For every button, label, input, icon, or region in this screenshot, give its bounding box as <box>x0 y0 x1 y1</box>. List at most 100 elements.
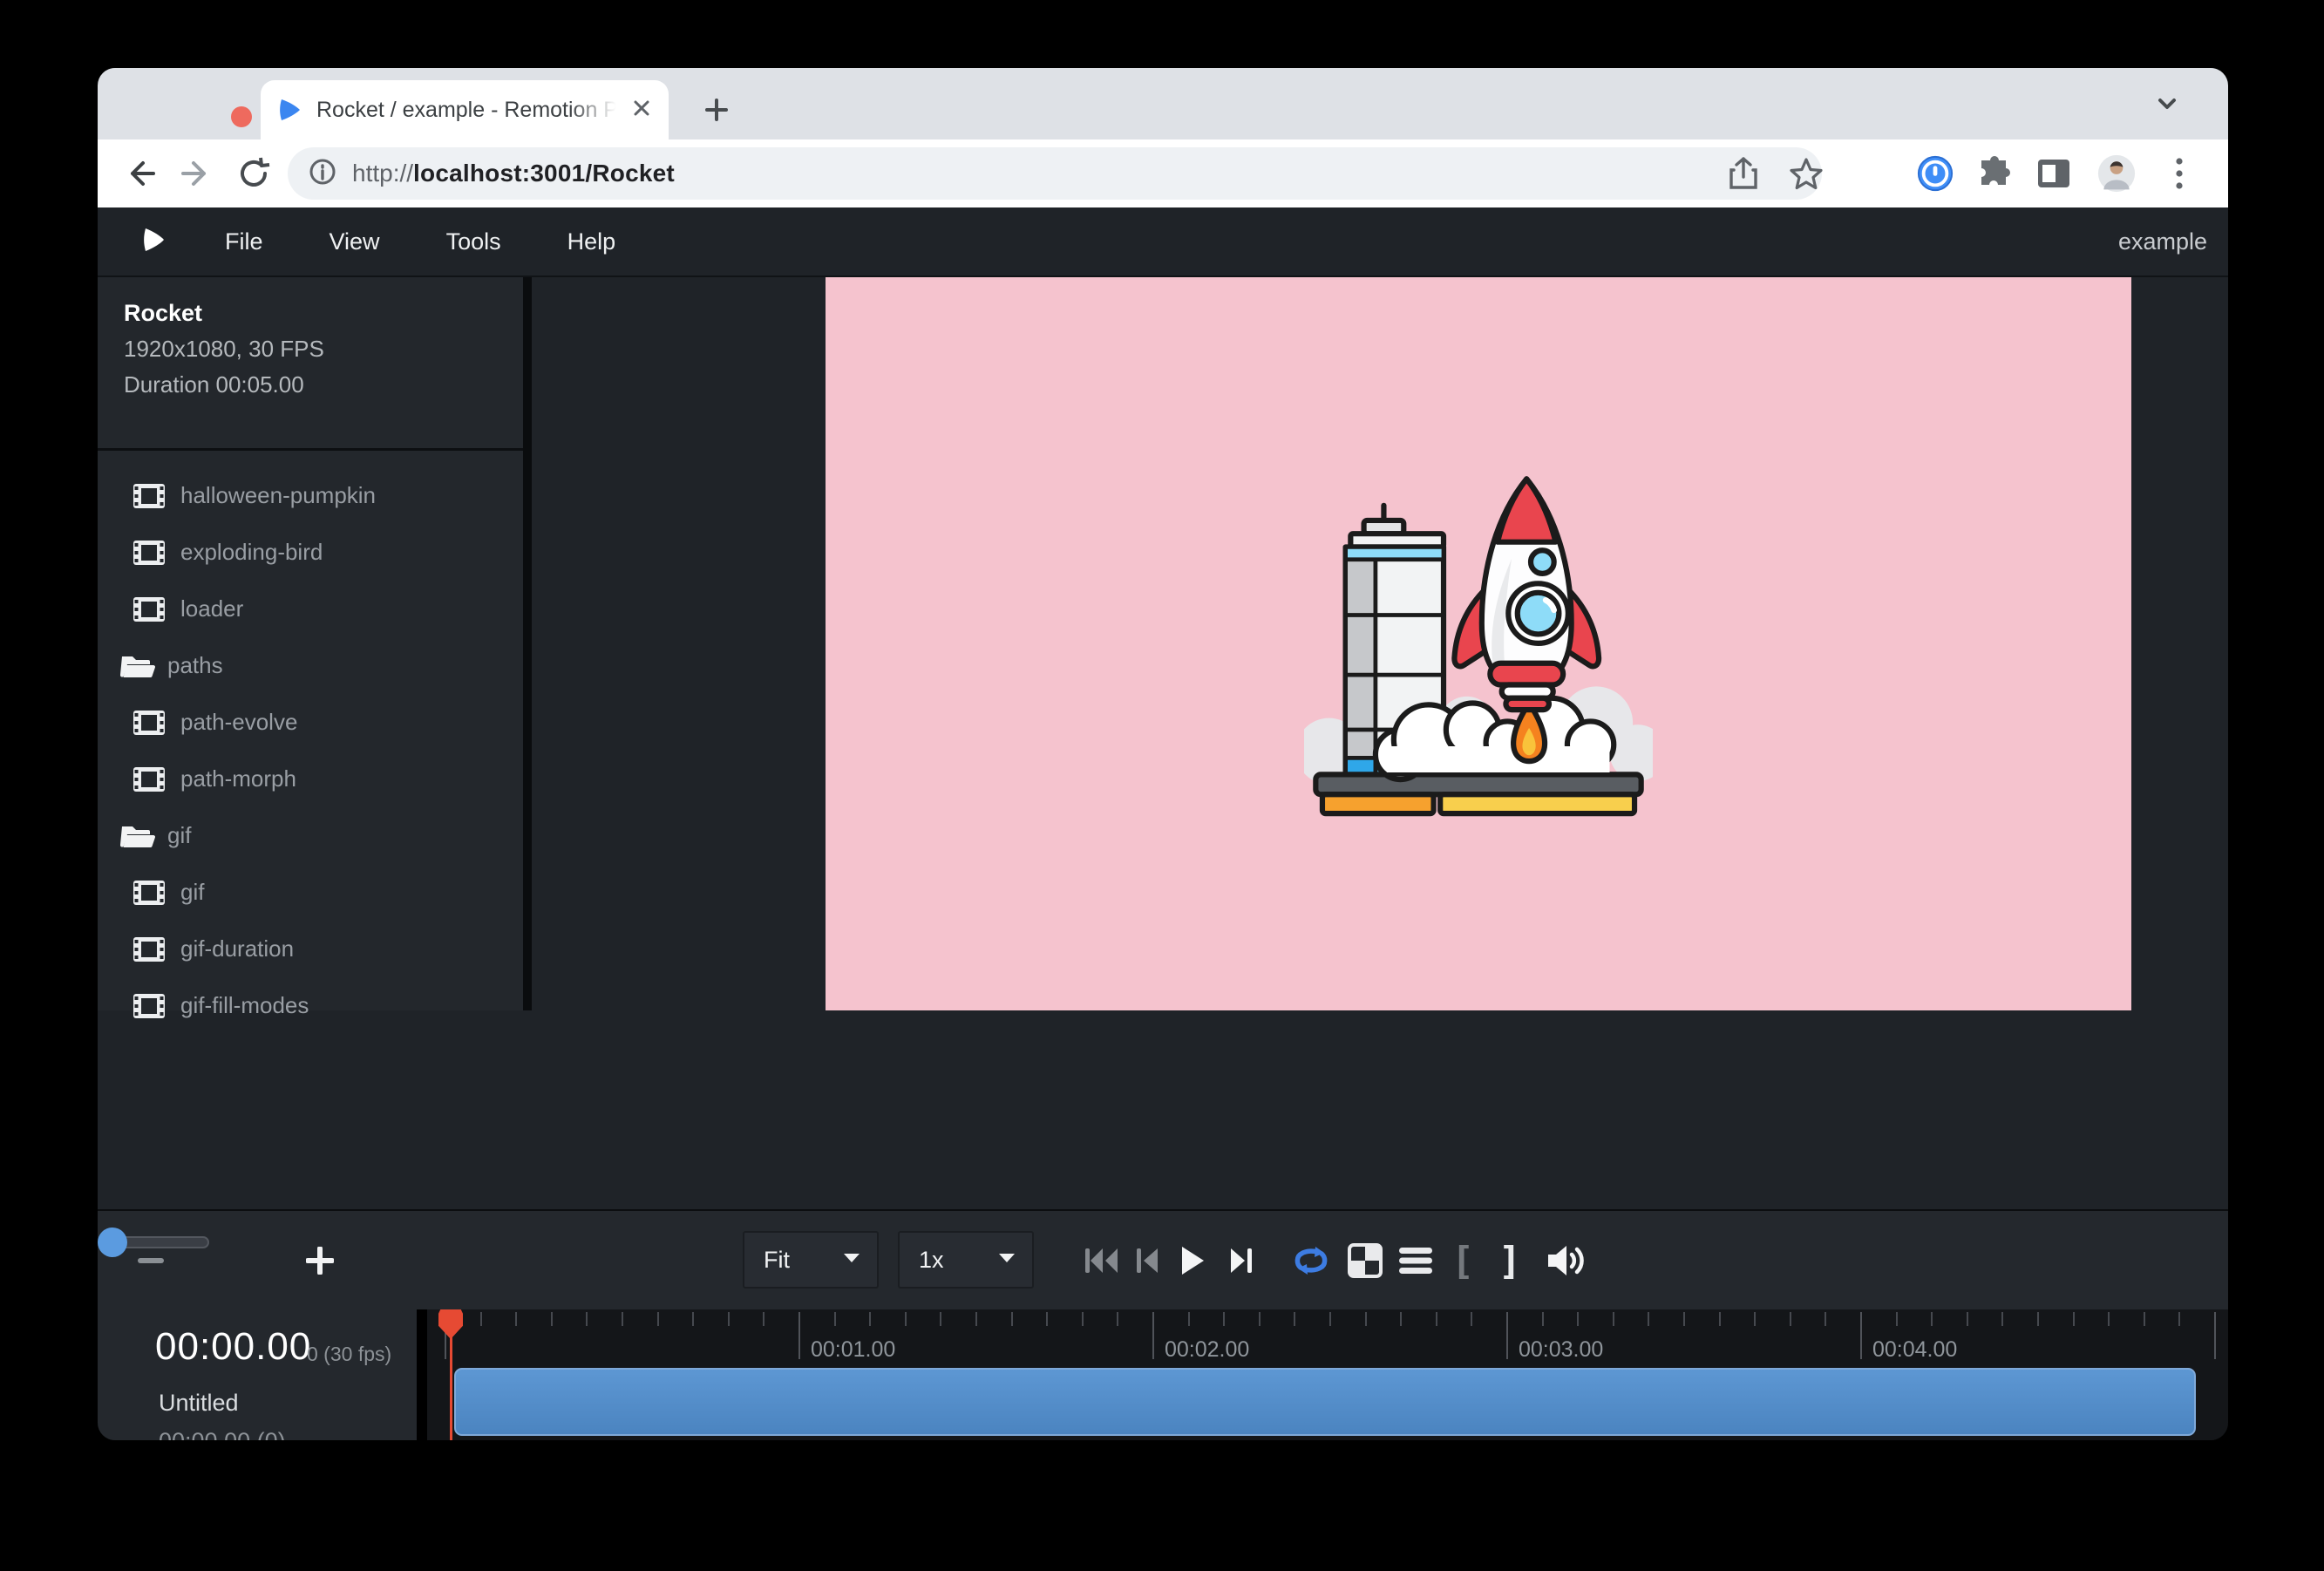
timeline-info-panel: 00:00.00 0 (30 fps) Untitled 00:00.00 (0… <box>98 1309 417 1440</box>
film-icon <box>133 994 172 1018</box>
sidebar-item-loader[interactable]: loader <box>98 581 523 637</box>
ruler-minor-tick <box>1223 1312 1225 1326</box>
share-icon[interactable] <box>1724 154 1763 193</box>
open-folder-icon <box>120 823 159 849</box>
composition-label: exploding-bird <box>180 539 323 566</box>
previous-frame-button[interactable] <box>1128 1230 1166 1291</box>
remotion-menubar: File View Tools Help example <box>98 207 2228 275</box>
composition-list: halloween-pumpkin exploding-bird loader … <box>98 467 523 1034</box>
traffic-light-close[interactable] <box>231 106 252 127</box>
url-scheme: http:// <box>352 160 413 187</box>
back-button[interactable] <box>120 154 159 193</box>
side-panel-icon[interactable] <box>2035 154 2073 193</box>
sidebar-resize-handle[interactable] <box>523 277 532 1010</box>
extensions-puzzle-icon[interactable] <box>1975 154 2014 193</box>
volume-button[interactable] <box>1541 1230 1590 1291</box>
ruler-minor-tick <box>1294 1312 1295 1326</box>
ruler-minor-tick <box>622 1312 623 1326</box>
sidebar-folder-gif[interactable]: gif <box>98 807 523 864</box>
timeline-track-bar[interactable] <box>454 1368 2196 1436</box>
ruler-minor-tick <box>1825 1312 1826 1326</box>
transparency-checkerboard-button[interactable] <box>1342 1230 1388 1291</box>
page-info-icon[interactable] <box>307 156 338 192</box>
ruler-major-tick <box>1506 1312 1508 1359</box>
play-button[interactable] <box>1172 1230 1213 1291</box>
menu-help[interactable]: Help <box>559 228 625 255</box>
browser-window: Rocket / example - Remotion P http://loc <box>98 68 2228 1440</box>
browser-tab[interactable]: Rocket / example - Remotion P <box>261 80 669 139</box>
url-host-path: localhost:3001/Rocket <box>413 160 675 187</box>
reload-button[interactable] <box>234 154 273 193</box>
set-in-point-button[interactable]: [ <box>1445 1230 1480 1291</box>
ruler-minor-tick <box>2178 1312 2180 1326</box>
tab-title: Rocket / example - Remotion P <box>316 98 625 123</box>
timeline-zoom-in-button[interactable] <box>300 1230 340 1291</box>
set-out-point-button[interactable]: ] <box>1492 1230 1527 1291</box>
next-frame-button[interactable] <box>1220 1230 1262 1291</box>
sidebar-item-gif-duration[interactable]: gif-duration <box>98 921 523 977</box>
ruler-minor-tick <box>1648 1312 1649 1326</box>
password-manager-extension-icon[interactable] <box>1916 154 1954 193</box>
menu-file[interactable]: File <box>216 228 272 255</box>
ruler-minor-tick <box>1613 1312 1614 1326</box>
sidebar-item-path-morph[interactable]: path-morph <box>98 751 523 807</box>
ruler-minor-tick <box>515 1312 517 1326</box>
sidebar-folder-paths[interactable]: paths <box>98 637 523 694</box>
zoom-slider-thumb[interactable] <box>98 1228 127 1257</box>
sidebar-item-gif[interactable]: gif <box>98 864 523 921</box>
tab-close-icon[interactable] <box>630 97 653 124</box>
tab-search-chevron-icon[interactable] <box>2151 91 2183 121</box>
ruler-label: 00:03.00 <box>1519 1337 1603 1363</box>
ruler-minor-tick <box>1754 1312 1756 1326</box>
bookmark-star-icon[interactable] <box>1787 154 1825 193</box>
menu-tools[interactable]: Tools <box>438 228 510 255</box>
sidebar-item-gif-fill-modes[interactable]: gif-fill-modes <box>98 977 523 1034</box>
ruler-minor-tick <box>1329 1312 1331 1326</box>
profile-avatar[interactable] <box>2097 154 2136 193</box>
timeline-ruler[interactable]: 00:01.00 00:02.00 00:03.00 00:04.00 <box>427 1309 2228 1365</box>
loop-toggle-button[interactable] <box>1288 1230 1334 1291</box>
jump-to-start-button[interactable] <box>1081 1230 1123 1291</box>
sidebar-divider <box>98 448 523 451</box>
canvas-size-dropdown[interactable]: Fit <box>743 1231 879 1289</box>
ruler-minor-tick <box>869 1312 871 1326</box>
playback-speed-dropdown[interactable]: 1x <box>898 1231 1034 1289</box>
composition-label: gif-fill-modes <box>180 992 309 1019</box>
sidebar-item-halloween-pumpkin[interactable]: halloween-pumpkin <box>98 467 523 524</box>
open-folder-icon <box>120 653 159 679</box>
ruler-major-tick <box>2214 1312 2216 1359</box>
preview-area <box>532 277 2228 1010</box>
tab-strip: Rocket / example - Remotion P <box>98 68 2228 139</box>
chevron-down-icon <box>842 1252 861 1268</box>
menu-view[interactable]: View <box>321 228 389 255</box>
ruler-minor-tick <box>975 1312 977 1326</box>
timeline-rows-button[interactable] <box>1393 1230 1438 1291</box>
address-bar[interactable]: http://localhost:3001/Rocket <box>288 147 1822 200</box>
browser-menu-kebab-icon[interactable] <box>2160 154 2198 193</box>
url-text: http://localhost:3001/Rocket <box>352 160 1803 187</box>
timeline-track-area[interactable]: 00:01.00 00:02.00 00:03.00 00:04.00 <box>427 1309 2228 1440</box>
ruler-minor-tick <box>1790 1312 1791 1326</box>
ruler-label: 00:04.00 <box>1872 1337 1957 1363</box>
ruler-minor-tick <box>1046 1312 1048 1326</box>
ruler-minor-tick <box>1436 1312 1437 1326</box>
remotion-logo-icon[interactable] <box>139 225 167 259</box>
composition-meta: 1920x1080, 30 FPS <box>124 336 324 363</box>
film-icon <box>133 767 172 792</box>
current-frame-info: 0 (30 fps) <box>307 1343 391 1366</box>
new-tab-button[interactable] <box>697 91 736 129</box>
composition-title: Rocket <box>124 300 324 327</box>
ruler-minor-tick <box>2144 1312 2145 1326</box>
folder-label: paths <box>167 652 223 679</box>
sidebar-item-exploding-bird[interactable]: exploding-bird <box>98 524 523 581</box>
compositions-sidebar: Rocket 1920x1080, 30 FPS Duration 00:05.… <box>98 277 523 1010</box>
project-name-label: example <box>2118 228 2207 255</box>
ruler-minor-tick <box>2037 1312 2039 1326</box>
composition-label: path-evolve <box>180 709 297 736</box>
ruler-minor-tick <box>1117 1312 1118 1326</box>
ruler-minor-tick <box>1967 1312 1968 1326</box>
current-timecode: 00:00.00 <box>155 1325 311 1369</box>
playback-speed-value: 1x <box>919 1247 997 1274</box>
forward-button[interactable] <box>178 154 216 193</box>
sidebar-item-path-evolve[interactable]: path-evolve <box>98 694 523 751</box>
